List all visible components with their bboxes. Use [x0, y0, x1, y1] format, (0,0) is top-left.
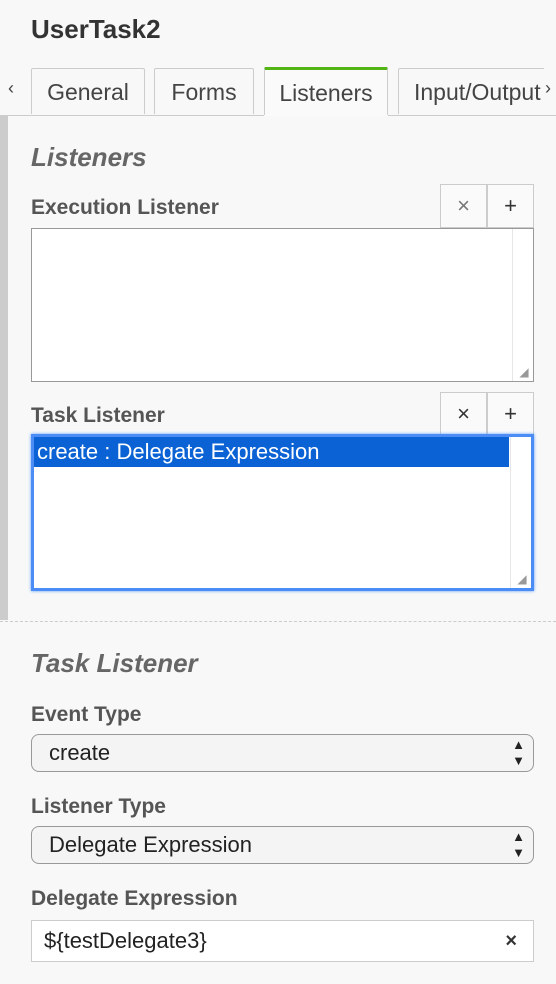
delegate-expression-value: ${testDelegate3} — [44, 928, 207, 953]
execution-listener-label: Execution Listener — [31, 196, 219, 219]
remove-execution-listener-button[interactable]: × — [440, 184, 487, 228]
element-title: UserTask2 — [31, 14, 161, 44]
remove-task-listener-button[interactable]: × — [440, 392, 487, 436]
tab-forms[interactable]: Forms — [154, 68, 254, 114]
tab-input-output[interactable]: Input/Output — [398, 68, 544, 114]
tab-general[interactable]: General — [31, 68, 145, 114]
task-listener-item[interactable]: create : Delegate Expression — [34, 437, 509, 467]
add-execution-listener-button[interactable]: + — [487, 184, 534, 228]
tab-bar: General Forms Listeners Input/Output — [31, 67, 544, 115]
task-list-scrollbar[interactable] — [510, 437, 531, 588]
tab-scroll-right-icon[interactable]: › — [545, 78, 551, 99]
event-type-value: create — [49, 740, 111, 765]
group-indicator-bar — [0, 116, 8, 620]
resize-grip-icon[interactable]: ◢ — [515, 572, 529, 586]
section-divider — [0, 621, 556, 622]
task-listener-section-title: Task Listener — [31, 648, 198, 678]
add-task-listener-button[interactable]: + — [487, 392, 534, 436]
listener-type-value: Delegate Expression — [49, 832, 253, 857]
tab-listeners[interactable]: Listeners — [264, 67, 388, 115]
tab-scroll-left-icon[interactable]: ‹ — [8, 78, 14, 99]
execution-listener-list[interactable]: ◢ — [31, 228, 534, 382]
resize-grip-icon[interactable]: ◢ — [517, 365, 531, 379]
delegate-expression-label: Delegate Expression — [31, 887, 238, 910]
task-listener-label: Task Listener — [31, 404, 165, 427]
task-listener-list[interactable]: create : Delegate Expression ◢ — [31, 434, 534, 591]
listener-type-label: Listener Type — [31, 795, 166, 818]
select-arrows-icon: ▲ ▼ — [512, 829, 525, 860]
execution-list-scrollbar[interactable] — [512, 229, 533, 381]
select-arrows-icon: ▲ ▼ — [512, 737, 525, 768]
event-type-label: Event Type — [31, 703, 142, 726]
delegate-expression-input[interactable]: ${testDelegate3} × — [31, 920, 534, 962]
clear-icon[interactable]: × — [505, 921, 517, 961]
listener-type-select[interactable]: Delegate Expression ▲ ▼ — [31, 826, 534, 864]
listeners-section-title: Listeners — [31, 142, 147, 172]
event-type-select[interactable]: create ▲ ▼ — [31, 734, 534, 772]
